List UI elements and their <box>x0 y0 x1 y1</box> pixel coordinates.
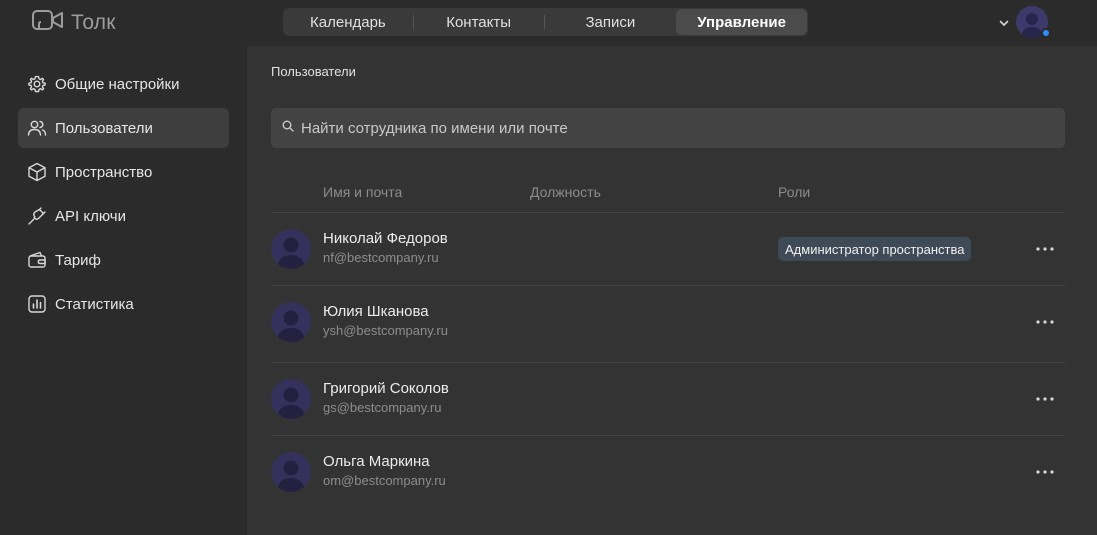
more-options-button[interactable] <box>1031 462 1059 482</box>
main-content: Пользователи Имя и почта Должность Роли <box>247 46 1097 535</box>
avatar[interactable] <box>271 452 311 492</box>
sidebar: Общие настройки Пользователи Пространств… <box>0 46 247 535</box>
main-nav: Календарь Контакты Записи Управление <box>283 8 808 36</box>
user-name: Николай Федоров <box>323 230 448 247</box>
gear-icon <box>27 74 47 94</box>
user-email: gs@bestcompany.ru <box>323 400 442 415</box>
wallet-icon <box>27 250 47 270</box>
tab-recordings[interactable]: Записи <box>545 8 677 36</box>
person-silhouette-icon <box>277 310 305 342</box>
chevron-down-icon[interactable] <box>998 16 1010 28</box>
more-options-button[interactable] <box>1031 389 1059 409</box>
cube-icon <box>27 162 47 182</box>
table-row[interactable]: Григорий Соколов gs@bestcompany.ru <box>271 379 1065 439</box>
user-name: Григорий Соколов <box>323 380 449 397</box>
person-silhouette-icon <box>277 387 305 419</box>
more-horizontal-icon <box>1036 247 1054 251</box>
table-row[interactable]: Юлия Шканова ysh@bestcompany.ru <box>271 302 1065 362</box>
sidebar-item-label: Пользователи <box>55 119 153 137</box>
sidebar-item-label: Статистика <box>55 295 134 313</box>
sidebar-item-users[interactable]: Пользователи <box>18 108 229 148</box>
row-divider <box>271 212 1065 213</box>
sidebar-item-label: Общие настройки <box>55 75 180 93</box>
more-horizontal-icon <box>1036 470 1054 474</box>
user-email: ysh@bestcompany.ru <box>323 323 448 338</box>
column-header-roles: Роли <box>778 184 811 200</box>
tab-management[interactable]: Управление <box>676 9 807 35</box>
sidebar-item-statistics[interactable]: Статистика <box>18 284 229 324</box>
app-window: Толк Календарь Контакты Записи Управлени… <box>0 0 1097 535</box>
avatar[interactable] <box>271 379 311 419</box>
video-camera-icon <box>32 9 64 36</box>
role-badge: Администратор пространства <box>778 237 972 261</box>
avatar[interactable] <box>271 302 311 342</box>
sidebar-item-label: Тариф <box>55 251 101 269</box>
online-status-indicator <box>1041 28 1051 38</box>
user-email: nf@bestcompany.ru <box>323 250 439 265</box>
more-horizontal-icon <box>1036 397 1054 401</box>
sidebar-item-space[interactable]: Пространство <box>18 152 229 192</box>
more-options-button[interactable] <box>1031 312 1059 332</box>
column-header-name-email: Имя и почта <box>323 184 403 200</box>
more-horizontal-icon <box>1036 320 1054 324</box>
more-options-button[interactable] <box>1031 239 1059 259</box>
sidebar-item-tariff[interactable]: Тариф <box>18 240 229 280</box>
sidebar-item-label: Пространство <box>55 163 153 181</box>
search-input[interactable] <box>301 119 1041 137</box>
sidebar-item-api-keys[interactable]: API ключи <box>18 196 229 236</box>
table-row[interactable]: Николай Федоров nf@bestcompany.ru Админи… <box>271 229 1065 289</box>
user-name: Ольга Маркина <box>323 453 430 470</box>
avatar[interactable] <box>271 229 311 269</box>
search-icon <box>282 119 294 137</box>
row-divider <box>271 435 1065 436</box>
user-email: om@bestcompany.ru <box>323 473 446 488</box>
tab-contacts[interactable]: Контакты <box>414 8 544 36</box>
table-row[interactable]: Ольга Маркина om@bestcompany.ru <box>271 452 1065 512</box>
users-icon <box>27 118 47 138</box>
sidebar-item-general-settings[interactable]: Общие настройки <box>18 64 229 104</box>
row-divider <box>271 362 1065 363</box>
app-name: Толк <box>71 10 116 34</box>
plug-icon <box>27 206 47 226</box>
column-header-position: Должность <box>530 184 601 200</box>
person-silhouette-icon <box>277 237 305 269</box>
top-bar: Толк Календарь Контакты Записи Управлени… <box>0 0 1097 46</box>
search-box[interactable] <box>271 108 1065 148</box>
row-divider <box>271 285 1065 286</box>
person-silhouette-icon <box>277 460 305 492</box>
breadcrumb: Пользователи <box>271 64 356 79</box>
app-logo[interactable]: Толк <box>32 9 116 36</box>
sidebar-item-label: API ключи <box>55 207 126 225</box>
tab-calendar[interactable]: Календарь <box>283 8 413 36</box>
chart-icon <box>27 294 47 314</box>
user-name: Юлия Шканова <box>323 303 429 320</box>
